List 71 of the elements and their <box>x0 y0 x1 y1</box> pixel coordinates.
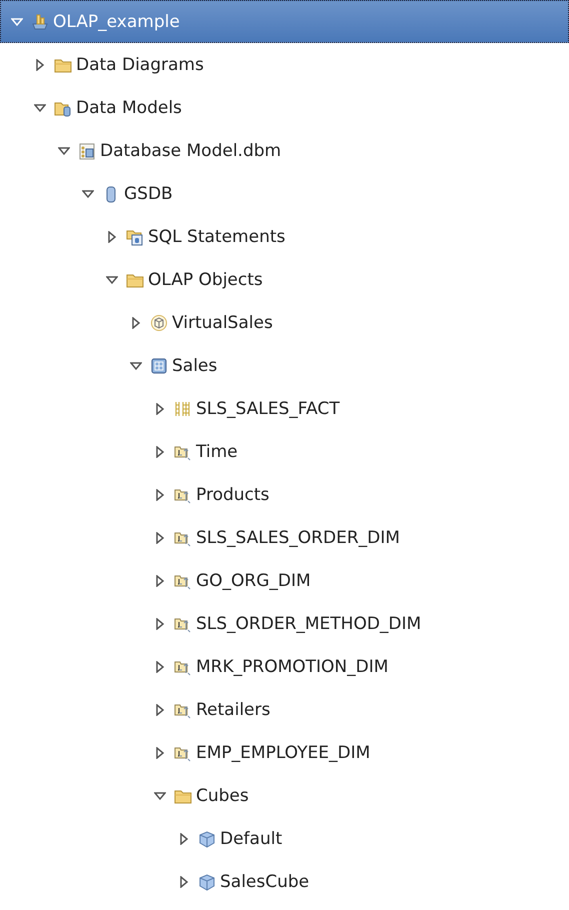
expand-arrow-icon[interactable] <box>154 618 166 630</box>
tree-item-label[interactable]: Time <box>196 442 238 462</box>
tree-row[interactable]: VirtualSales <box>0 301 569 344</box>
tree-item-label[interactable]: Cubes <box>196 786 249 806</box>
tree-row[interactable]: Sales <box>0 344 569 387</box>
collapse-arrow-icon[interactable] <box>34 102 46 114</box>
tree-item-label[interactable]: VirtualSales <box>172 312 273 332</box>
tree-row[interactable]: Cubes <box>0 774 569 817</box>
collapse-arrow-icon[interactable] <box>106 274 118 286</box>
tree-item-label[interactable]: Data Diagrams <box>76 54 204 74</box>
tree-row[interactable]: Default <box>0 817 569 860</box>
expand-arrow-icon[interactable] <box>154 660 166 672</box>
tree-item-label[interactable]: SQL Statements <box>148 226 286 246</box>
tree-item-label[interactable]: SLS_SALES_ORDER_DIM <box>196 528 400 548</box>
tree-row[interactable]: OLAP Objects <box>0 258 569 301</box>
tree-item-label[interactable]: Default <box>220 828 282 848</box>
tree-item-label[interactable]: Products <box>196 484 270 504</box>
tree-row[interactable]: GO_ORG_DIM <box>0 559 569 602</box>
tree-row[interactable]: MRK_PROMOTION_DIM <box>0 645 569 688</box>
expand-arrow-icon[interactable] <box>154 574 166 586</box>
expand-arrow-icon[interactable] <box>178 832 190 844</box>
grid-cube-icon <box>150 356 168 374</box>
tree-item-label[interactable]: GSDB <box>124 184 173 204</box>
tree-row[interactable]: SLS_SALES_ORDER_DIM <box>0 516 569 559</box>
model-file-icon <box>78 142 96 160</box>
tree-item-label[interactable]: MRK_PROMOTION_DIM <box>196 656 388 676</box>
tree-row[interactable]: Retailers <box>0 688 569 731</box>
tree-row[interactable]: Time <box>0 430 569 473</box>
tree-item-label[interactable]: OLAP Objects <box>148 270 263 290</box>
collapse-arrow-icon[interactable] <box>130 360 142 372</box>
tree-row[interactable]: Database Model.dbm <box>0 129 569 172</box>
cube-icon <box>198 872 216 890</box>
expand-arrow-icon[interactable] <box>154 746 166 758</box>
tree-row[interactable]: EMP_EMPLOYEE_DIM <box>0 731 569 774</box>
project-icon <box>31 12 49 30</box>
expand-arrow-icon[interactable] <box>154 446 166 458</box>
tree-row[interactable]: SalesCube <box>0 860 569 903</box>
tree-item-label[interactable]: GO_ORG_DIM <box>196 570 311 590</box>
collapse-arrow-icon[interactable] <box>11 16 23 28</box>
tree-item-label[interactable]: Retailers <box>196 700 270 720</box>
tree-item-label[interactable]: SLS_ORDER_METHOD_DIM <box>196 614 422 634</box>
tree-row[interactable]: OLAP_example <box>0 0 569 43</box>
tree-row[interactable]: SLS_SALES_FACT <box>0 387 569 430</box>
expand-arrow-icon[interactable] <box>130 316 142 328</box>
expand-arrow-icon[interactable] <box>154 704 166 716</box>
cube-outline-icon <box>150 314 168 332</box>
expand-arrow-icon[interactable] <box>154 532 166 544</box>
tree-row[interactable]: Data Models <box>0 86 569 129</box>
collapse-arrow-icon[interactable] <box>82 188 94 200</box>
tree-row[interactable]: SLS_ORDER_METHOD_DIM <box>0 602 569 645</box>
tree-item-label[interactable]: Data Models <box>76 98 182 118</box>
tree-row[interactable]: GSDB <box>0 172 569 215</box>
tree-row[interactable]: Data Diagrams <box>0 43 569 86</box>
collapse-arrow-icon[interactable] <box>154 790 166 802</box>
expand-arrow-icon[interactable] <box>154 402 166 414</box>
tree-item-label[interactable]: Sales <box>172 356 218 376</box>
collapse-arrow-icon[interactable] <box>58 144 70 156</box>
tree-row[interactable]: SQL Statements <box>0 215 569 258</box>
table-columns-icon <box>174 400 192 418</box>
cube-icon <box>198 830 216 848</box>
tree-row[interactable]: Products <box>0 473 569 516</box>
tree-item-label[interactable]: SLS_SALES_FACT <box>196 398 340 418</box>
expand-arrow-icon[interactable] <box>106 230 118 242</box>
expand-arrow-icon[interactable] <box>154 488 166 500</box>
database-folder-icon <box>126 228 144 246</box>
tree-item-label[interactable]: EMP_EMPLOYEE_DIM <box>196 742 370 762</box>
tree-item-label[interactable]: Database Model.dbm <box>100 140 282 160</box>
tree-item-label[interactable]: OLAP_example <box>53 12 180 32</box>
expand-arrow-icon[interactable] <box>178 876 190 888</box>
expand-arrow-icon[interactable] <box>34 58 46 70</box>
tree-item-label[interactable]: SalesCube <box>220 872 310 892</box>
